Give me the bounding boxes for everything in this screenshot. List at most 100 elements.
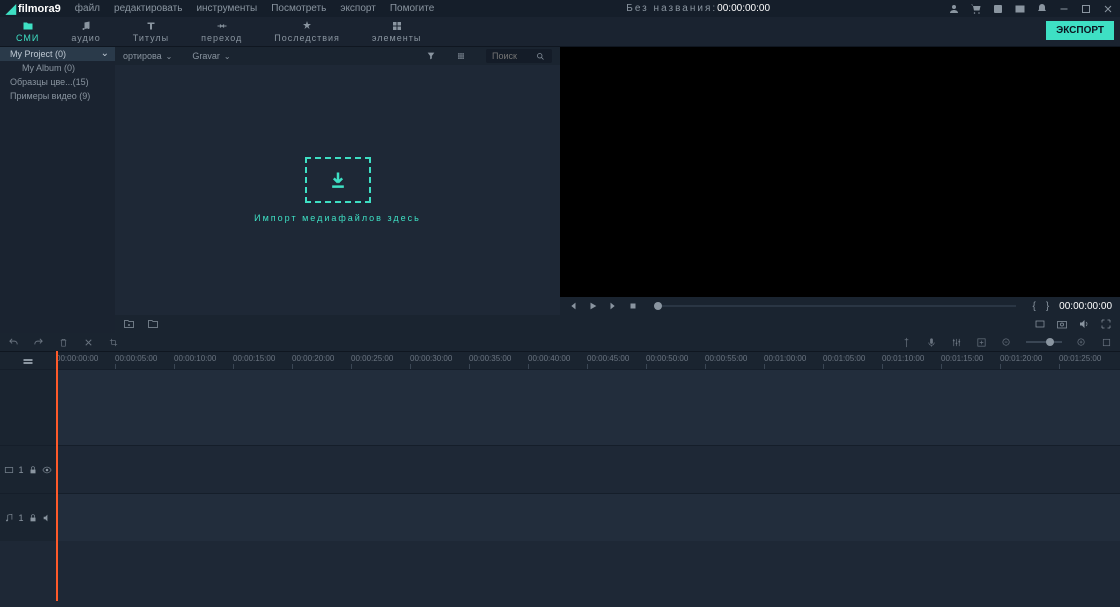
save-icon[interactable]	[992, 3, 1004, 15]
tick: 00:00:50:00	[646, 354, 688, 363]
tree-examples[interactable]: Примеры видео (9)	[0, 89, 115, 103]
tree-my-album[interactable]: My Album (0)	[0, 61, 115, 75]
mute-icon[interactable]	[42, 513, 52, 523]
tab-audio-label: аудио	[71, 33, 100, 43]
close-icon[interactable]	[1102, 3, 1114, 15]
tab-media[interactable]: СМИ	[0, 17, 55, 46]
title-untitled: Без названия:	[626, 3, 717, 14]
sort-dropdown[interactable]: ортирова⌄	[123, 51, 172, 61]
grid-view-icon[interactable]	[456, 51, 466, 61]
dropzone-text: Импорт медиафайлов здесь	[254, 213, 421, 223]
undo-icon[interactable]	[8, 337, 19, 348]
tab-transition[interactable]: переход	[185, 17, 258, 46]
eye-icon[interactable]	[42, 465, 52, 475]
video-track-body[interactable]	[56, 446, 1120, 493]
aspect-icon[interactable]	[1034, 318, 1046, 330]
timeline-tools	[0, 333, 1120, 351]
tab-media-label: СМИ	[16, 33, 39, 43]
tick: 00:01:20:00	[1000, 354, 1042, 363]
cart-icon[interactable]	[970, 3, 982, 15]
timeline-empty-row	[0, 369, 1120, 445]
search-box[interactable]	[486, 49, 552, 63]
add-track-icon[interactable]	[976, 337, 987, 348]
lock-icon[interactable]	[28, 465, 38, 475]
tick: 00:00:10:00	[174, 354, 216, 363]
redo-icon[interactable]	[33, 337, 44, 348]
menu-help[interactable]: Помогите	[390, 3, 434, 14]
preview-canvas[interactable]	[560, 47, 1120, 297]
tick: 00:00:00:00	[56, 354, 98, 363]
filter-icon[interactable]	[426, 51, 436, 61]
split-icon[interactable]	[83, 337, 94, 348]
audio-track-icon	[4, 513, 14, 523]
menu-edit[interactable]: редактировать	[114, 3, 182, 14]
elements-icon	[391, 20, 403, 32]
zoom-slider[interactable]	[1026, 341, 1062, 343]
crop-icon[interactable]	[108, 337, 119, 348]
tab-audio[interactable]: аудио	[55, 17, 116, 46]
menu-export[interactable]: экспорт	[340, 3, 376, 14]
next-frame-icon[interactable]	[608, 301, 618, 311]
effects-icon	[301, 20, 313, 32]
preview-timecode: 00:00:00:00	[1059, 301, 1112, 312]
prev-frame-icon[interactable]	[568, 301, 578, 311]
maximize-icon[interactable]	[1080, 3, 1092, 15]
bell-icon[interactable]	[1036, 3, 1048, 15]
folder-open-icon[interactable]	[147, 318, 159, 330]
ruler-ticks: 00:00:00:0000:00:05:0000:00:10:0000:00:1…	[56, 352, 1120, 369]
mail-icon[interactable]	[1014, 3, 1026, 15]
lock-icon-2[interactable]	[28, 513, 38, 523]
minimize-icon[interactable]	[1058, 3, 1070, 15]
record-label: Gravar	[192, 51, 220, 61]
search-input[interactable]	[492, 51, 536, 61]
tick: 00:01:00:00	[764, 354, 806, 363]
preview-scrubber[interactable]	[654, 305, 1016, 307]
zoom-in-icon[interactable]	[1076, 337, 1087, 348]
tree-my-project[interactable]: My Project (0)	[0, 47, 115, 61]
menu-tools[interactable]: инструменты	[196, 3, 257, 14]
mic-icon[interactable]	[926, 337, 937, 348]
fullscreen-icon[interactable]	[1100, 318, 1112, 330]
stop-icon[interactable]	[628, 301, 638, 311]
menu-file[interactable]: файл	[75, 3, 100, 14]
mixer-icon[interactable]	[951, 337, 962, 348]
tab-elements-label: элементы	[372, 33, 421, 43]
tick: 00:00:55:00	[705, 354, 747, 363]
record-dropdown[interactable]: Gravar⌄	[192, 51, 230, 61]
marker-icon[interactable]	[901, 337, 912, 348]
preview-panel: { } 00:00:00:00	[560, 47, 1120, 333]
tab-titles[interactable]: Титулы	[117, 17, 185, 46]
playhead[interactable]	[56, 351, 58, 601]
fit-zoom-icon[interactable]	[1101, 337, 1112, 348]
mark-in[interactable]: {	[1032, 301, 1035, 312]
tick: 00:00:25:00	[351, 354, 393, 363]
folder-icon	[22, 20, 34, 32]
new-folder-icon[interactable]	[123, 318, 135, 330]
delete-icon[interactable]	[58, 337, 69, 348]
user-icon[interactable]	[948, 3, 960, 15]
timeline-audio-track: 1	[0, 493, 1120, 541]
play-icon[interactable]	[588, 301, 598, 311]
audio-track-body[interactable]	[56, 494, 1120, 541]
text-icon	[145, 20, 157, 32]
timeline: 1 1	[0, 369, 1120, 607]
mark-out[interactable]: }	[1046, 301, 1049, 312]
tick: 00:01:05:00	[823, 354, 865, 363]
preview-bottom-bar	[560, 315, 1120, 333]
export-button[interactable]: ЭКСПОРТ	[1046, 21, 1114, 40]
tab-elements[interactable]: элементы	[356, 17, 437, 46]
tab-effects[interactable]: Последствия	[258, 17, 356, 46]
timeline-ruler[interactable]: 00:00:00:0000:00:05:0000:00:10:0000:00:1…	[0, 351, 1120, 369]
app-name: filmora9	[18, 3, 61, 15]
media-tree: My Project (0) My Album (0) Образцы цве.…	[0, 47, 115, 333]
volume-icon[interactable]	[1078, 318, 1090, 330]
menu-view[interactable]: Посмотреть	[271, 3, 326, 14]
music-icon	[80, 20, 92, 32]
import-dropzone[interactable]: Импорт медиафайлов здесь	[115, 65, 560, 315]
snapshot-icon[interactable]	[1056, 318, 1068, 330]
tree-samples[interactable]: Образцы цве...(15)	[0, 75, 115, 89]
audio-track-num: 1	[18, 513, 23, 523]
zoom-out-icon[interactable]	[1001, 337, 1012, 348]
row-body-empty[interactable]	[56, 370, 1120, 445]
tick: 00:00:35:00	[469, 354, 511, 363]
